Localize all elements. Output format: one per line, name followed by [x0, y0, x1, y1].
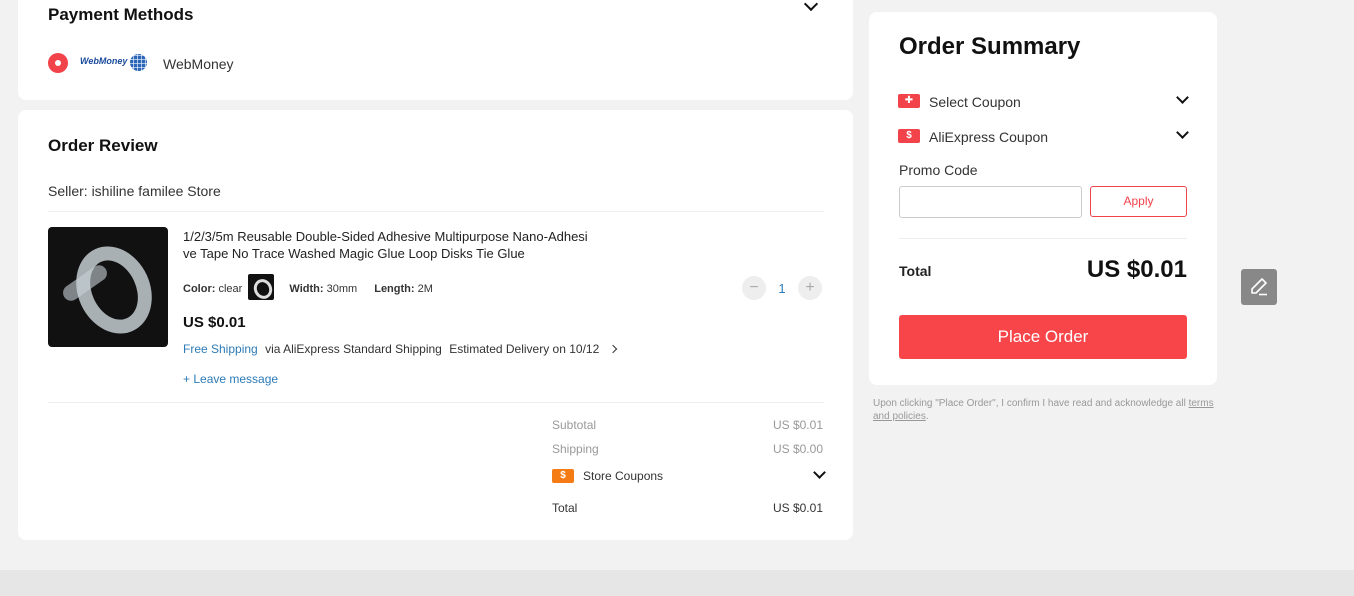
- length-value: 2M: [417, 282, 433, 295]
- divider: [48, 211, 824, 212]
- promo-code-label: Promo Code: [899, 162, 978, 178]
- width-value: 30mm: [326, 282, 358, 295]
- product-image[interactable]: [48, 227, 168, 347]
- summary-total-value: US $0.01: [1086, 256, 1187, 283]
- page-footer-band: [0, 570, 1354, 596]
- qty-minus-button[interactable]: −: [742, 276, 766, 300]
- qty-value[interactable]: 1: [776, 281, 788, 296]
- leave-message-link[interactable]: + Leave message: [183, 372, 278, 386]
- color-label: Color:: [183, 282, 216, 295]
- free-shipping-label: Free Shipping: [183, 342, 258, 356]
- product-title-line1: 1/2/3/5m Reusable Double-Sided Adhesive …: [183, 229, 588, 244]
- legal-notice: Upon clicking "Place Order", I confirm I…: [873, 398, 1214, 422]
- radio-selected-icon[interactable]: [48, 53, 68, 73]
- place-order-button[interactable]: Place Order: [899, 315, 1187, 359]
- order-review-card: Order Review Seller: ishiline familee St…: [18, 110, 853, 540]
- payment-methods-title: Payment Methods: [48, 5, 194, 24]
- store-coupons-label[interactable]: Store Coupons: [583, 469, 663, 483]
- order-review-title: Order Review: [48, 136, 158, 155]
- shipping-value: US $0.00: [772, 442, 823, 456]
- estimated-delivery: Estimated Delivery on 10/12: [449, 342, 600, 356]
- aliexpress-coupon-label[interactable]: AliExpress Coupon: [929, 129, 1048, 145]
- shipping-label: Shipping: [552, 442, 599, 456]
- shipping-method: via AliExpress Standard Shipping: [265, 342, 442, 356]
- select-coupon-label[interactable]: Select Coupon: [929, 94, 1021, 110]
- edit-feedback-button[interactable]: [1241, 269, 1277, 305]
- webmoney-logo: WebMoney: [80, 56, 128, 66]
- quantity-stepper: − 1 +: [742, 276, 822, 300]
- legal-text: Upon clicking "Place Order", I confirm I…: [873, 398, 1186, 409]
- color-swatch-thumbnail: [248, 274, 275, 300]
- qty-plus-button[interactable]: +: [798, 276, 822, 300]
- length-label: Length:: [374, 282, 415, 295]
- coupon-icon: ✚: [898, 94, 920, 108]
- width-label: Width:: [289, 282, 324, 295]
- divider: [48, 402, 824, 403]
- payment-methods-card: Payment Methods WebMoney WebMoney: [18, 0, 853, 100]
- promo-code-input[interactable]: [899, 186, 1082, 218]
- subtotal-value: US $0.01: [772, 418, 823, 432]
- order-summary-title: Order Summary: [899, 33, 1081, 60]
- pencil-icon: [1251, 278, 1267, 296]
- product-price: US $0.01: [183, 314, 246, 331]
- seller-name[interactable]: Seller: ishiline familee Store: [48, 183, 221, 199]
- order-summary-card: Order Summary ✚ Select Coupon $ AliExpre…: [869, 12, 1217, 385]
- chevron-down-icon[interactable]: [1176, 126, 1189, 139]
- total-label: Total: [552, 501, 578, 515]
- summary-total-label: Total: [899, 263, 932, 279]
- apply-button[interactable]: Apply: [1090, 186, 1187, 217]
- aliexpress-coupon-icon: $: [898, 129, 920, 143]
- payment-method-name[interactable]: WebMoney: [163, 56, 234, 72]
- chevron-down-icon[interactable]: [813, 466, 826, 479]
- color-value: clear: [218, 282, 243, 295]
- chevron-down-icon[interactable]: [803, 0, 819, 12]
- total-value: US $0.01: [772, 501, 823, 515]
- subtotal-label: Subtotal: [552, 418, 597, 432]
- shipping-info[interactable]: Free Shipping via AliExpress Standard Sh…: [183, 342, 617, 356]
- product-attributes: Color: clear Width: 30mm Length: 2M: [183, 274, 433, 302]
- webmoney-globe-icon: [130, 54, 147, 71]
- chevron-right-icon[interactable]: [608, 344, 617, 354]
- chevron-down-icon[interactable]: [1176, 91, 1189, 104]
- product-title-line2: ve Tape No Trace Washed Magic Glue Loop …: [183, 246, 525, 261]
- store-coupon-icon: $: [552, 469, 574, 483]
- divider: [899, 238, 1187, 239]
- product-title[interactable]: 1/2/3/5m Reusable Double-Sided Adhesive …: [183, 228, 648, 262]
